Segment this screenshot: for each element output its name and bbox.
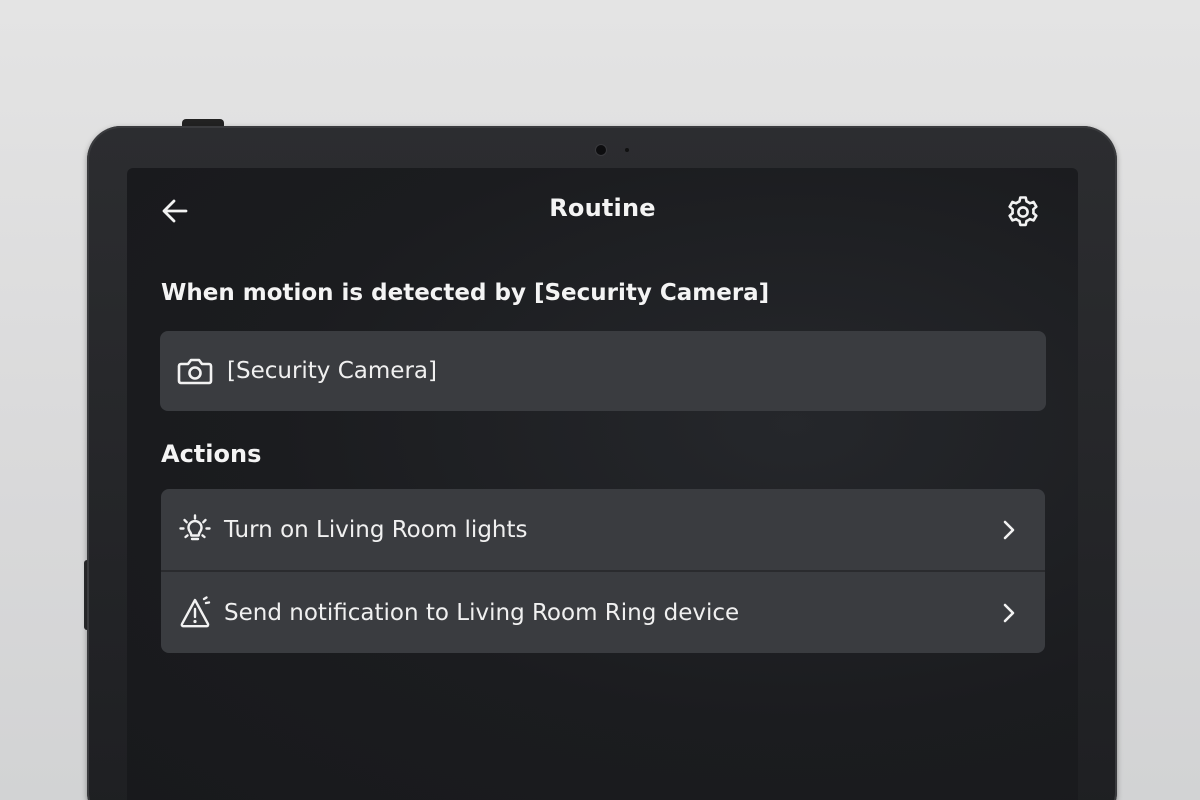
action-label: Turn on Living Room lights <box>224 516 528 543</box>
front-camera-lens <box>596 145 606 155</box>
lightbulb-icon <box>175 510 215 550</box>
gear-icon <box>1008 196 1038 227</box>
ambient-light-sensor <box>625 148 629 152</box>
settings-button[interactable] <box>1003 192 1043 232</box>
camera-icon <box>175 351 215 391</box>
alert-notification-icon <box>175 593 215 633</box>
actions-heading: Actions <box>161 440 262 468</box>
top-bar: Routine <box>127 188 1078 234</box>
action-item-send-notification[interactable]: Send notification to Living Room Ring de… <box>161 570 1045 653</box>
actions-list: Turn on Living Room lights Send notifica… <box>161 489 1045 653</box>
trigger-device-label: [Security Camera] <box>227 358 437 384</box>
trigger-device-card[interactable]: [Security Camera] <box>160 331 1046 411</box>
device-screen: Routine When motion is detected by [Secu… <box>127 168 1078 800</box>
page-title: Routine <box>549 194 656 222</box>
trigger-heading: When motion is detected by [Security Cam… <box>161 280 770 306</box>
action-item-turn-on-lights[interactable]: Turn on Living Room lights <box>161 489 1045 570</box>
action-label: Send notification to Living Room Ring de… <box>224 599 740 626</box>
chevron-right-icon <box>999 601 1019 625</box>
chevron-right-icon <box>999 518 1019 542</box>
